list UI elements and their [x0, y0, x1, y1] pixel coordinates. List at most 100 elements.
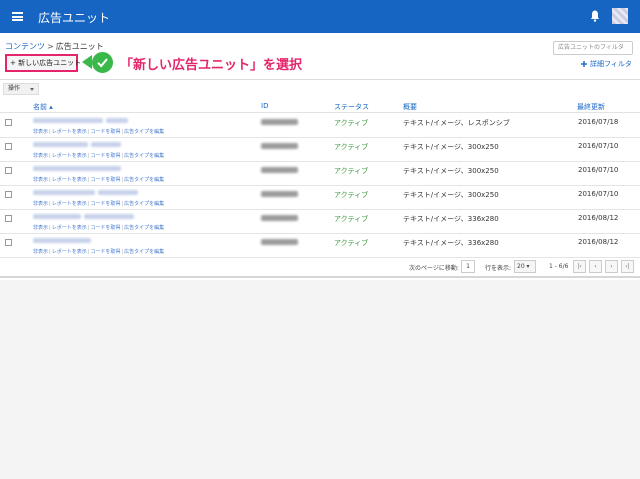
status-badge: アクティブ	[334, 119, 369, 127]
filter-input[interactable]: 広告ユニットのフィルタ	[553, 41, 633, 55]
row-link[interactable]: 広告タイプを編集	[124, 249, 164, 255]
row-link[interactable]: レポートを表示	[52, 153, 87, 159]
status-badge: アクティブ	[334, 215, 369, 223]
breadcrumb-link-content[interactable]: コンテンツ	[5, 42, 45, 51]
ad-unit-name[interactable]	[33, 142, 88, 147]
advanced-filter-link[interactable]: 詳細フィルタ	[581, 59, 632, 69]
row-link[interactable]: コードを取得	[90, 249, 120, 255]
link-separator: |	[121, 129, 124, 135]
column-header-id[interactable]: ID	[261, 102, 268, 110]
row-links: 非表示|レポートを表示|コードを取得|広告タイプを編集	[33, 248, 164, 255]
ad-unit-id	[261, 239, 298, 245]
column-header-name[interactable]: 名前 ▴	[33, 102, 53, 112]
column-header-status[interactable]: ステータス	[334, 102, 369, 112]
row-link[interactable]: 広告タイプを編集	[124, 153, 164, 159]
divider	[0, 79, 640, 80]
last-updated: 2016/07/10	[578, 142, 619, 150]
row-link[interactable]: コードを取得	[90, 129, 120, 135]
row-link[interactable]: 広告タイプを編集	[124, 129, 164, 135]
new-ad-unit-button[interactable]: + 新しい広告ユニット	[5, 54, 81, 72]
row-checkbox[interactable]	[5, 239, 12, 246]
row-link[interactable]: 広告タイプを編集	[124, 225, 164, 231]
ad-unit-name[interactable]	[33, 166, 121, 171]
row-links: 非表示|レポートを表示|コードを取得|広告タイプを編集	[33, 176, 164, 183]
table-row[interactable]: 非表示|レポートを表示|コードを取得|広告タイプを編集 アクティブ テキスト/イメー…	[0, 234, 640, 258]
actions-label: 操作	[8, 85, 21, 92]
ad-overview: テキスト/イメージ、レスポンシブ	[403, 119, 510, 127]
actions-dropdown[interactable]: 操作	[3, 83, 39, 95]
row-link[interactable]: レポートを表示	[52, 129, 87, 135]
row-checkbox[interactable]	[5, 143, 12, 150]
table-row[interactable]: 非表示|レポートを表示|コードを取得|広告タイプを編集 アクティブ テキスト/イメー…	[0, 138, 640, 162]
row-link[interactable]: コードを取得	[90, 153, 120, 159]
check-circle-icon	[92, 52, 113, 73]
last-page-icon[interactable]: ›|	[621, 260, 634, 273]
row-links: 非表示|レポートを表示|コードを取得|広告タイプを編集	[33, 128, 164, 135]
row-link[interactable]: レポートを表示	[52, 249, 87, 255]
annotation-callout: 「新しい広告ユニット」を選択	[120, 58, 303, 73]
row-link[interactable]: 非表示	[33, 153, 48, 159]
table-row[interactable]: 非表示|レポートを表示|コードを取得|広告タイプを編集 アクティブ テキスト/イメー…	[0, 114, 640, 138]
ad-overview: テキスト/イメージ、336x280	[403, 215, 499, 223]
row-checkbox[interactable]	[5, 119, 12, 126]
bell-icon[interactable]	[590, 10, 600, 22]
row-link[interactable]: レポートを表示	[52, 201, 87, 207]
last-updated: 2016/08/12	[578, 238, 619, 246]
prev-page-icon[interactable]: ‹	[589, 260, 602, 273]
next-page-icon[interactable]: ›	[605, 260, 618, 273]
ad-unit-name[interactable]	[33, 118, 103, 123]
row-link[interactable]: 広告タイプを編集	[124, 177, 164, 183]
row-link[interactable]: 広告タイプを編集	[124, 201, 164, 207]
link-separator: |	[121, 249, 124, 255]
row-link[interactable]: 非表示	[33, 177, 48, 183]
ad-unit-name-part[interactable]	[84, 214, 134, 219]
app-bar: 広告ユニット	[0, 0, 640, 33]
row-checkbox[interactable]	[5, 215, 12, 222]
column-header-overview[interactable]: 概要	[403, 102, 417, 112]
table-row[interactable]: 非表示|レポートを表示|コードを取得|広告タイプを編集 アクティブ テキスト/イメー…	[0, 186, 640, 210]
table-row[interactable]: 非表示|レポートを表示|コードを取得|広告タイプを編集 アクティブ テキスト/イメー…	[0, 210, 640, 234]
ad-unit-name[interactable]	[33, 238, 91, 243]
row-link[interactable]: 非表示	[33, 225, 48, 231]
row-link[interactable]: レポートを表示	[52, 177, 87, 183]
link-separator: |	[49, 249, 51, 255]
ad-unit-id	[261, 143, 298, 149]
avatar[interactable]	[612, 8, 628, 24]
ad-unit-name[interactable]	[33, 214, 81, 219]
link-separator: |	[121, 201, 124, 207]
ad-unit-name-part[interactable]	[91, 142, 121, 147]
goto-page-label: 次のページに移動:	[409, 265, 459, 272]
ad-unit-name-part[interactable]	[106, 118, 128, 123]
row-link[interactable]: 非表示	[33, 129, 48, 135]
row-link[interactable]: コードを取得	[90, 201, 120, 207]
ad-unit-id	[261, 215, 298, 221]
row-checkbox[interactable]	[5, 167, 12, 174]
callout-arrow	[82, 55, 92, 69]
row-link[interactable]: コードを取得	[90, 225, 120, 231]
row-link[interactable]: レポートを表示	[52, 225, 87, 231]
page-title: 広告ユニット	[38, 11, 111, 25]
last-updated: 2016/07/10	[578, 190, 619, 198]
table-row[interactable]: 非表示|レポートを表示|コードを取得|広告タイプを編集 アクティブ テキスト/イメー…	[0, 162, 640, 186]
row-link[interactable]: コードを取得	[90, 177, 120, 183]
link-separator: |	[121, 225, 124, 231]
first-page-icon[interactable]: |‹	[573, 260, 586, 273]
row-link[interactable]: 非表示	[33, 249, 48, 255]
page-number-input[interactable]: 1	[461, 260, 475, 273]
ad-unit-name-part[interactable]	[98, 190, 138, 195]
link-separator: |	[49, 129, 51, 135]
column-header-updated[interactable]: 最終更新	[577, 102, 605, 112]
row-links: 非表示|レポートを表示|コードを取得|広告タイプを編集	[33, 200, 164, 207]
row-checkbox[interactable]	[5, 191, 12, 198]
empty-area	[0, 280, 640, 479]
page-range: 1 - 6/6	[549, 263, 569, 270]
link-separator: |	[49, 201, 51, 207]
ad-unit-name[interactable]	[33, 190, 95, 195]
ad-overview: テキスト/イメージ、300x250	[403, 143, 499, 151]
table-header: 名前 ▴ ID ステータス 概要 最終更新	[0, 99, 640, 113]
hamburger-menu-icon[interactable]	[12, 12, 23, 21]
row-links: 非表示|レポートを表示|コードを取得|広告タイプを編集	[33, 224, 164, 231]
row-link[interactable]: 非表示	[33, 201, 48, 207]
rows-per-page-select[interactable]: 20 ▾	[514, 260, 536, 273]
advanced-filter-label: 詳細フィルタ	[590, 60, 632, 68]
